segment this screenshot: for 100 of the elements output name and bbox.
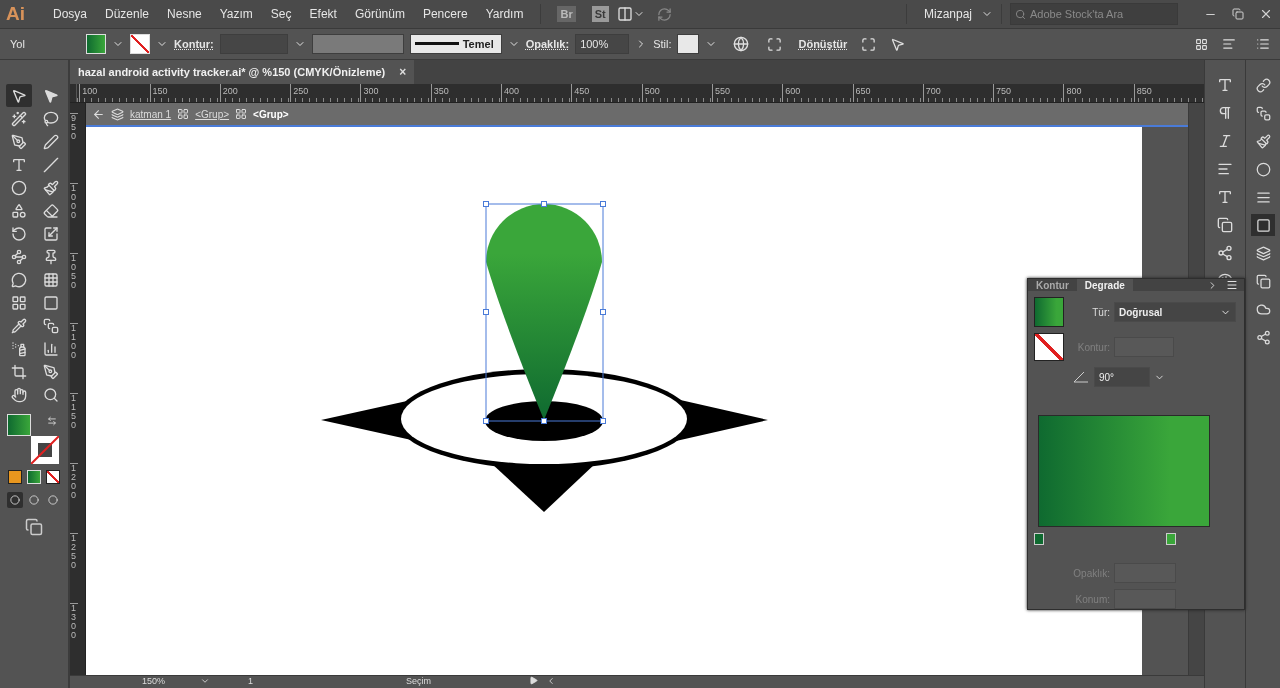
menu-item[interactable]: Yazım — [210, 7, 262, 21]
play-icon[interactable] — [529, 676, 538, 685]
arrow-pointer-icon[interactable] — [890, 36, 906, 52]
stroke-label[interactable]: Kontur: — [174, 38, 214, 50]
gradient-preview-swatch[interactable] — [1034, 297, 1064, 327]
rotate-icon — [11, 225, 27, 242]
breadcrumb-link[interactable]: <Grup> — [253, 108, 289, 120]
search-icon[interactable] — [43, 386, 59, 403]
link-icon[interactable] — [1255, 77, 1271, 93]
filled-arrow-pointer-icon — [43, 87, 59, 104]
style-swatch[interactable] — [677, 34, 700, 54]
style-label: Stil: — [653, 38, 672, 50]
menu-item[interactable]: Nesne — [158, 7, 211, 21]
fill-swatch[interactable] — [7, 414, 31, 436]
globe-icon[interactable] — [733, 36, 750, 52]
stock-button[interactable]: St — [591, 6, 609, 22]
zoom-field[interactable]: 150% — [142, 676, 192, 687]
swap-icon[interactable] — [47, 416, 57, 426]
panel-tab[interactable]: Kontur — [1028, 279, 1077, 291]
bar-chart-icon — [43, 340, 59, 357]
ellipse-icon — [11, 179, 27, 196]
letter-t-icon[interactable] — [1217, 77, 1233, 93]
draw-mode-button[interactable] — [26, 492, 42, 508]
restore-icon[interactable] — [1232, 8, 1244, 20]
angle-field[interactable]: 90° — [1094, 367, 1150, 387]
gradient-button[interactable] — [27, 470, 41, 484]
sync-icon[interactable] — [656, 6, 672, 22]
screen-mode-icon[interactable] — [25, 518, 43, 536]
line-icon — [43, 156, 59, 173]
transform-link[interactable]: Dönüştür — [798, 38, 848, 50]
arrow-pointer-icon — [11, 87, 27, 104]
panel-tab[interactable]: Degrade — [1076, 279, 1133, 291]
variable-width-field[interactable] — [311, 34, 404, 54]
tool-button[interactable] — [6, 84, 32, 107]
copy-icon[interactable] — [1217, 217, 1233, 233]
stacked-squares-icon[interactable] — [1255, 105, 1271, 121]
align-icon[interactable] — [1222, 37, 1236, 51]
back-arrow-icon[interactable] — [92, 107, 105, 121]
glyph-icon[interactable] — [1217, 189, 1233, 205]
copy-icon[interactable] — [1255, 273, 1271, 289]
grid-icon[interactable] — [1195, 37, 1208, 51]
tab-close-button[interactable]: × — [399, 65, 407, 79]
layers-icon[interactable] — [1255, 245, 1271, 261]
panel-menu-icon[interactable] — [1226, 279, 1238, 291]
none-button[interactable] — [46, 470, 60, 484]
paintbrush-icon[interactable] — [1255, 133, 1271, 149]
menu-item[interactable]: Pencere — [413, 7, 477, 21]
workspace-switcher[interactable]: Mizanpaj — [914, 7, 981, 21]
search-icon — [1015, 8, 1026, 20]
breadcrumb-link[interactable]: katman 1 — [130, 108, 172, 120]
shapes-icon — [11, 202, 27, 219]
menu-item[interactable]: Efekt — [300, 7, 346, 21]
menu-item[interactable]: Dosya — [44, 7, 96, 21]
letter-t-icon — [11, 156, 27, 173]
color-button[interactable] — [8, 470, 22, 484]
opacity-field[interactable]: 100% — [575, 34, 630, 54]
close-icon[interactable] — [1259, 7, 1273, 21]
spray-can-icon — [11, 340, 27, 357]
brush-stroke-icon — [414, 42, 459, 46]
brush-field[interactable]: Temel — [409, 34, 502, 54]
layers-icon — [111, 107, 124, 121]
hand-icon[interactable] — [11, 386, 27, 403]
breadcrumb-link[interactable]: <Grup> — [195, 108, 230, 120]
current-tool-label: Seçim — [406, 676, 431, 687]
pen-nib-icon — [11, 133, 27, 150]
menu-item[interactable]: Düzenle — [96, 7, 159, 21]
gradient-panel-button[interactable] — [1251, 214, 1275, 236]
pilcrow-icon[interactable] — [1217, 105, 1233, 121]
selection-bounding-box[interactable] — [483, 201, 606, 424]
italic-icon[interactable] — [1217, 133, 1233, 149]
scroll-left-icon[interactable] — [546, 676, 556, 686]
gradient-stop[interactable] — [1034, 533, 1044, 545]
page-field[interactable]: 1 — [248, 676, 308, 687]
document-tab[interactable]: hazal android activity tracker.ai* @ %150 (CMYK/Önizleme) × — [70, 60, 415, 84]
type-dropdown[interactable]: Doğrusal — [1114, 302, 1236, 322]
mesh-icon — [11, 294, 27, 311]
menu-item[interactable]: Seç — [261, 7, 301, 21]
arrange-documents-icon[interactable] — [616, 6, 633, 22]
circle-icon — [29, 495, 39, 505]
align-icon[interactable] — [1217, 161, 1233, 177]
stroke-none-swatch[interactable] — [31, 436, 59, 464]
frame-corners-icon[interactable] — [861, 36, 877, 52]
fill-stroke-swatch[interactable] — [1034, 333, 1064, 361]
gradient-stop[interactable] — [1166, 533, 1177, 545]
cloud-icon[interactable] — [1255, 301, 1271, 317]
caret-icon[interactable] — [200, 676, 210, 686]
share-icon[interactable] — [1255, 329, 1271, 345]
paintbrush-icon — [43, 179, 59, 196]
draw-mode-button[interactable] — [7, 492, 23, 508]
stroke-lines-icon[interactable] — [1255, 189, 1271, 205]
pin-icon — [43, 248, 59, 265]
menu-item[interactable]: Yardım — [476, 7, 533, 21]
draw-mode-button[interactable] — [45, 492, 61, 508]
lasso-icon — [43, 110, 59, 127]
share-icon[interactable] — [1217, 245, 1233, 261]
opacity-label[interactable]: Opaklık: — [525, 38, 570, 50]
list-icon[interactable] — [1256, 37, 1270, 51]
circle-icon[interactable] — [1255, 161, 1271, 177]
menu-item[interactable]: Görünüm — [345, 7, 414, 21]
fill-swatch[interactable] — [86, 34, 106, 54]
